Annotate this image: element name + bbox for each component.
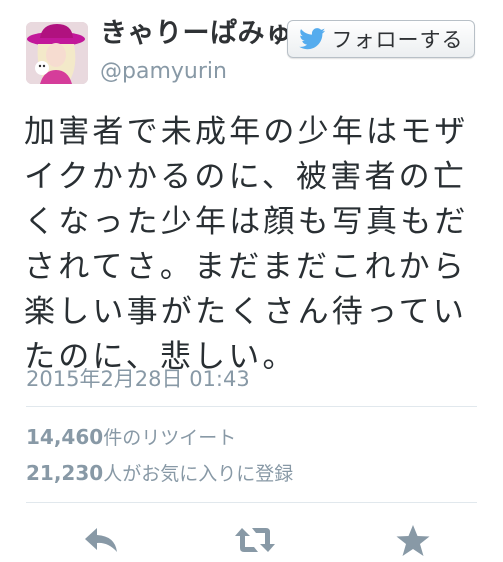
retweet-icon xyxy=(235,528,275,552)
display-name[interactable]: きゃりーぱみゅぱみゅ xyxy=(100,14,290,54)
tweet-actions xyxy=(0,516,503,560)
avatar-image xyxy=(26,22,88,84)
star-icon xyxy=(396,525,430,556)
retweet-count: 14,460 xyxy=(26,425,104,449)
tweet-text-line: されてさ。まだまだこれから xyxy=(24,249,468,285)
follow-button[interactable]: フォローする xyxy=(287,20,475,58)
favorite-stats[interactable]: 21,230人がお気に入りに登録 xyxy=(26,459,293,488)
avatar[interactable] xyxy=(26,22,88,84)
retweet-button[interactable] xyxy=(234,524,276,560)
tweet-text-line: 加害者で未成年の少年はモザ xyxy=(24,114,469,150)
favorite-button[interactable] xyxy=(395,524,431,562)
user-handle[interactable]: @pamyurin xyxy=(100,58,227,86)
follow-button-label: フォローする xyxy=(331,28,464,52)
favorite-count-label: 人がお気に入りに登録 xyxy=(103,463,294,485)
retweet-count-label: 件のリツイート xyxy=(103,427,237,449)
reply-button[interactable] xyxy=(82,524,120,560)
tweet-text-line: イクかかるのに、被害者の亡 xyxy=(24,159,468,195)
tweet-text: 加害者で未成年の少年はモザ イクかかるのに、被害者の亡 くなった少年は顔も写真も… xyxy=(24,110,488,380)
divider xyxy=(26,502,477,503)
retweet-stats[interactable]: 14,460件のリツイート xyxy=(26,423,236,452)
twitter-bird-icon xyxy=(298,28,325,50)
tweet-text-line: 楽しい事がたくさん待ってい xyxy=(24,294,468,330)
reply-icon xyxy=(85,528,117,552)
tweet-timestamp[interactable]: 2015年2月28日 01:43 xyxy=(26,364,250,394)
tweet-text-line: くなった少年は顔も写真もだ xyxy=(24,204,469,240)
favorite-count: 21,230 xyxy=(26,461,104,485)
divider xyxy=(26,406,477,407)
tweet-card: きゃりーぱみゅぱみゅ @pamyurin フォローする 加害者で未成年の少年はモ… xyxy=(0,0,503,560)
